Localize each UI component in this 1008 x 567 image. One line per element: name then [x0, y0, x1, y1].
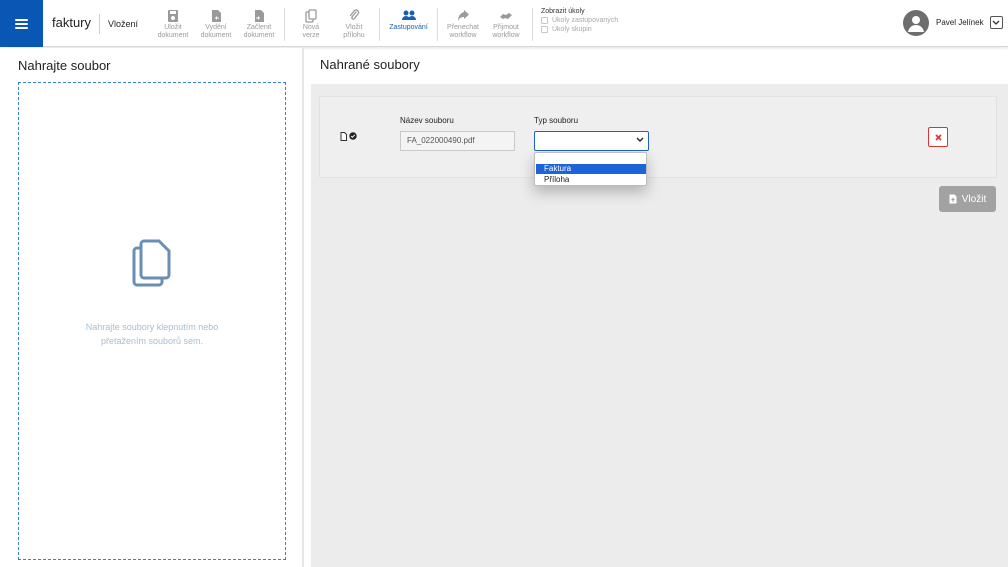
- upload-panel: Nahrajte soubor Nahrajte soubory klepnut…: [0, 48, 302, 567]
- file-type-select[interactable]: [534, 131, 649, 151]
- app-name: faktury: [52, 15, 92, 30]
- file-type-label: Typ souboru: [534, 116, 579, 125]
- toolbar-divider: [379, 8, 380, 41]
- checkbox[interactable]: [541, 17, 548, 24]
- check-circle-icon: [349, 132, 357, 140]
- show-tasks-title: Zobrazit úkoly: [541, 8, 585, 15]
- toolbar-substitute-button[interactable]: Zastupování: [386, 9, 431, 43]
- panel-divider: [302, 48, 304, 567]
- toolbar-release-button[interactable]: Vydění dokument: [196, 9, 236, 43]
- toolbar-save-button[interactable]: Uložit dokument: [153, 9, 193, 43]
- section-title: Vložení: [108, 19, 139, 29]
- app-header: faktury Vložení Uložit dokument Vydění d…: [0, 0, 1008, 47]
- uploaded-files-title: Nahrané soubory: [320, 57, 420, 72]
- toolbar-save-label: Uložit dokument: [157, 24, 189, 39]
- file-name-label: Název souboru: [400, 116, 454, 125]
- toolbar-attach-button[interactable]: Vložit přílohu: [334, 9, 374, 43]
- brand-divider: [99, 14, 100, 34]
- checkbox-label: Úkoly skupin: [552, 26, 592, 33]
- file-type-option-faktura[interactable]: Faktura: [536, 164, 646, 174]
- avatar: [903, 9, 929, 36]
- file-name-field[interactable]: FA_022000490.pdf: [400, 131, 515, 151]
- toolbar-divider: [284, 8, 285, 41]
- hamburger-icon: [15, 18, 28, 29]
- insert-button-label: Vložit: [961, 193, 987, 205]
- toolbar-release-label: Vydění dokument: [200, 24, 232, 39]
- insert-button[interactable]: Vložit: [939, 186, 996, 212]
- file-type-dropdown: Faktura Příloha: [534, 152, 647, 186]
- chevron-down-icon: [636, 137, 644, 142]
- file-upload-icon: [949, 194, 957, 204]
- user-dropdown-button[interactable]: [989, 16, 1003, 29]
- toolbar-divider: [532, 8, 533, 41]
- upload-title: Nahrajte soubor: [18, 58, 111, 73]
- file-dropzone[interactable]: Nahrajte soubory klepnutím nebo přetažen…: [18, 82, 286, 560]
- remove-file-button[interactable]: [928, 127, 948, 147]
- paperclip-icon: [349, 9, 360, 20]
- file-type-option-empty[interactable]: [536, 154, 646, 164]
- toolbar-attach-doc-label: Začlenit dokument: [243, 24, 275, 39]
- user-menu[interactable]: Pavel Jelínek: [903, 9, 1003, 36]
- save-icon: [168, 10, 178, 22]
- uploaded-files-area: Název souboru FA_022000490.pdf Typ soubo…: [311, 84, 1008, 567]
- file-status: [340, 132, 357, 141]
- toolbar-accept-label: Přijmout workflow: [492, 24, 520, 39]
- toolbar-transfer-label: Přenechat workflow: [447, 24, 479, 39]
- show-tasks-option-substituted[interactable]: Úkoly zastupovaných: [541, 17, 618, 24]
- file-icon: [340, 132, 347, 141]
- toolbar-substitute-label: Zastupování: [389, 24, 428, 31]
- toolbar-transfer-button[interactable]: Přenechat workflow: [443, 9, 483, 43]
- user-icon: [908, 15, 924, 32]
- users-icon: [401, 10, 416, 20]
- document-import-icon: [255, 10, 264, 22]
- toolbar-new-version-label: Nová verze: [302, 24, 320, 39]
- copy-icon: [305, 9, 317, 23]
- file-type-option-priloha[interactable]: Příloha: [536, 175, 646, 185]
- show-tasks-group: Zobrazit úkoly Úkoly zastupovaných Úkoly…: [541, 8, 618, 33]
- checkbox-label: Úkoly zastupovaných: [552, 17, 619, 24]
- menu-button[interactable]: [0, 0, 43, 47]
- dropzone-text: Nahrajte soubory klepnutím nebo přetažen…: [85, 322, 219, 346]
- checkbox[interactable]: [541, 26, 548, 33]
- close-icon: [934, 133, 942, 141]
- document-export-icon: [212, 10, 221, 22]
- files-icon: [132, 239, 171, 287]
- toolbar-divider: [437, 8, 438, 41]
- user-name: Pavel Jelínek: [936, 18, 984, 27]
- share-icon: [457, 10, 469, 21]
- chevron-down-icon: [992, 20, 1000, 25]
- handshake-icon: [500, 13, 512, 19]
- toolbar-new-version-button[interactable]: Nová verze: [291, 9, 331, 43]
- file-card: Název souboru FA_022000490.pdf Typ soubo…: [319, 96, 997, 178]
- show-tasks-option-groups[interactable]: Úkoly skupin: [541, 26, 618, 33]
- toolbar-accept-button[interactable]: Přijmout workflow: [486, 9, 526, 43]
- toolbar-attach-doc-button[interactable]: Začlenit dokument: [239, 9, 279, 43]
- toolbar-attach-label: Vložit přílohu: [343, 24, 365, 39]
